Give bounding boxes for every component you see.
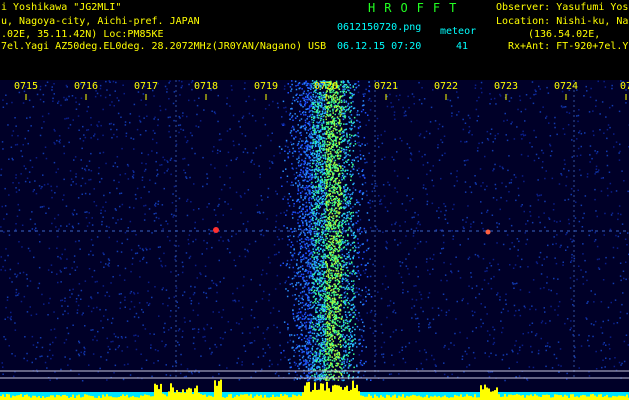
time-tick-label: 0715: [14, 81, 38, 92]
observer-line: Observer: Yasufumi Yos: [496, 2, 629, 13]
time-tick-label: 0718: [194, 81, 218, 92]
coordinates-line: .02E, 35.11.42N) Loc:PM85KE: [1, 29, 164, 40]
app-title: HROFFT: [368, 1, 466, 15]
meteor-count: 41: [456, 41, 469, 52]
observer-coordinates-line: (136.54.02E,: [528, 29, 601, 40]
time-tick-label: 0724: [554, 81, 578, 92]
time-tick-label: 0720: [314, 81, 338, 92]
time-tick-label: 07: [620, 81, 629, 92]
spectrogram: 0715 0716 0717 0718 0719 0720 0721 0722 0723 0724…: [0, 80, 629, 400]
antenna-line: 7el.Yagi AZ50deg.EL0deg. 28.2072MHz(JR0Y…: [1, 41, 327, 52]
operator-line: i Yoshikawa "JG2MLI": [1, 2, 122, 13]
mode-label: meteor: [440, 26, 477, 37]
receiver-line: Rx+Ant: FT-920+7el.Y: [508, 41, 629, 52]
time-tick-label: 0719: [254, 81, 278, 92]
spectrogram-canvas: 0715 0716 0717 0718 0719 0720 0721 0722 0723 0724…: [0, 80, 629, 400]
filename-label: 0612150720.png: [337, 22, 422, 33]
datetime-label: 06.12.15 07:20: [337, 41, 422, 52]
time-tick-label: 0723: [494, 81, 518, 92]
header-panel: i Yoshikawa "JG2MLI" u, Nagoya-city, Aic…: [0, 0, 629, 80]
time-tick-label: 0716: [74, 81, 98, 92]
time-tick-label: 0717: [134, 81, 158, 92]
location-line: u, Nagoya-city, Aichi-pref. JAPAN: [1, 16, 200, 27]
time-tick-label: 0722: [434, 81, 458, 92]
observer-location-line: Location: Nishi-ku, Na: [496, 16, 629, 27]
time-tick-label: 0721: [374, 81, 398, 92]
